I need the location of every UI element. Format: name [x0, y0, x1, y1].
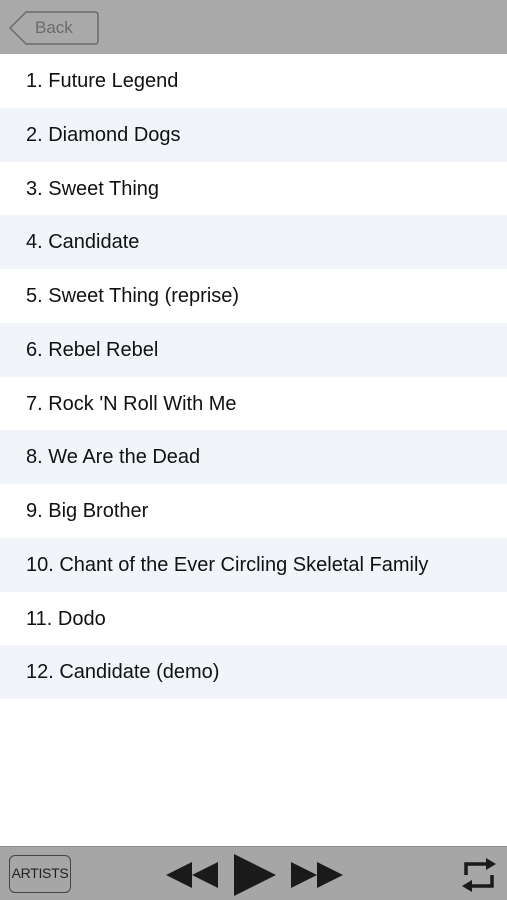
track-list: 1. Future Legend 2. Diamond Dogs 3. Swee… — [0, 54, 507, 699]
track-row[interactable]: 12. Candidate (demo) — [0, 645, 507, 699]
player-toolbar: ARTISTS — [0, 846, 507, 900]
repeat-icon — [462, 858, 496, 892]
fast-forward-icon — [291, 862, 343, 888]
track-row[interactable]: 2. Diamond Dogs — [0, 107, 507, 162]
track-row[interactable]: 10. Chant of the Ever Circling Skeletal … — [0, 537, 507, 592]
track-row[interactable]: 9. Big Brother — [0, 484, 507, 538]
rewind-button[interactable] — [164, 860, 220, 890]
track-row[interactable]: 7. Rock 'N Roll With Me — [0, 377, 507, 431]
track-row[interactable]: 11. Dodo — [0, 592, 507, 646]
play-icon — [234, 854, 276, 896]
track-row[interactable]: 6. Rebel Rebel — [0, 322, 507, 377]
artists-button[interactable]: ARTISTS — [9, 855, 71, 893]
repeat-button[interactable] — [458, 855, 500, 895]
back-label: Back — [35, 18, 73, 37]
fast-forward-button[interactable] — [289, 860, 345, 890]
app-window: Back 1. Future Legend 2. Diamond Dogs 3.… — [0, 0, 507, 900]
track-row[interactable]: 4. Candidate — [0, 215, 507, 269]
track-row[interactable]: 8. We Are the Dead — [0, 430, 507, 484]
track-row[interactable]: 3. Sweet Thing — [0, 162, 507, 216]
play-button[interactable] — [232, 852, 278, 898]
rewind-icon — [166, 862, 218, 888]
track-row[interactable]: 5. Sweet Thing (reprise) — [0, 269, 507, 323]
back-button[interactable]: Back — [9, 11, 99, 45]
navigation-bar: Back — [0, 0, 507, 54]
track-row[interactable]: 1. Future Legend — [0, 54, 507, 108]
